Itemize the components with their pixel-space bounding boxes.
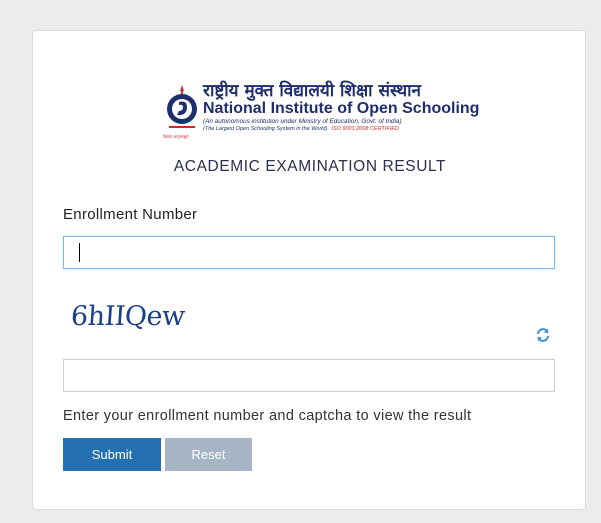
nios-logo: राष्ट्रीय मुक्त विद्यालयी शिक्षा संस्थान… <box>163 80 479 139</box>
reset-button[interactable]: Reset <box>165 438 252 471</box>
result-card: राष्ट्रीय मुक्त विद्यालयी शिक्षा संस्थान… <box>32 30 586 510</box>
text-caret <box>79 243 80 262</box>
page-title: ACADEMIC EXAMINATION RESULT <box>173 158 447 175</box>
refresh-captcha-icon[interactable] <box>535 327 551 343</box>
submit-button[interactable]: Submit <box>63 438 161 471</box>
logo-english-prefix: National Institute of <box>203 100 357 117</box>
help-text: Enter your enrollment number and captcha… <box>63 408 472 424</box>
logo-iso: ISO 9001:2008 CERTIFIED <box>331 126 399 132</box>
captcha-image: 6hIIQew <box>69 301 186 332</box>
captcha-input[interactable] <box>63 359 555 392</box>
enrollment-label: Enrollment Number <box>63 206 198 223</box>
logo-tagline-row: (The Largest Open Schooling System in th… <box>203 126 399 132</box>
logo-english-highlight: Open Schooling <box>356 100 480 117</box>
logo-tagline: (The Largest Open Schooling System in th… <box>203 126 328 132</box>
nios-emblem-icon <box>163 82 201 134</box>
logo-emblem-tag: विद्यया अमृतमश्नुते <box>163 134 189 139</box>
logo-hindi-text: राष्ट्रीय मुक्त विद्यालयी शिक्षा संस्थान <box>203 81 421 101</box>
enrollment-input[interactable] <box>63 236 555 269</box>
logo-english-text: National Institute of Open Schooling <box>203 100 479 118</box>
logo-subtitle: (An autonomous institution under Ministr… <box>203 118 402 125</box>
